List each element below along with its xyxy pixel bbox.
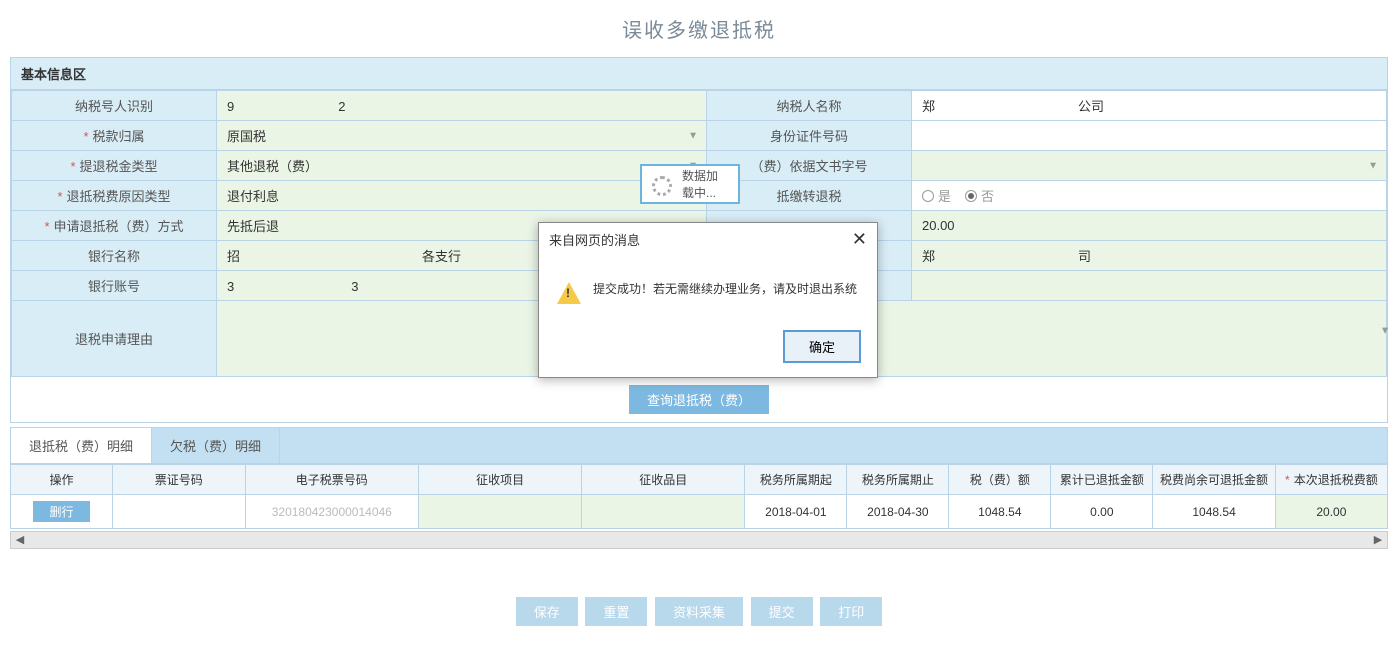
input-account-name[interactable]: 郑 司: [912, 241, 1387, 271]
submit-button[interactable]: 提交: [751, 597, 813, 626]
label-id-no: 身份证件号码: [707, 121, 912, 151]
table-row: 删行 320180423000014046 ▼ ▼ 2018-04-01 201…: [11, 495, 1388, 529]
loading-text: 数据加载中...: [682, 167, 728, 201]
input-empty-r7[interactable]: [912, 271, 1387, 301]
th-refunded: 累计已退抵金额: [1051, 465, 1153, 495]
query-button[interactable]: 查询退抵税（费）: [629, 385, 769, 414]
th-remain: 税费尚余可退抵金额: [1153, 465, 1275, 495]
detail-table: 操作 票证号码 电子税票号码 征收项目 征收品目 税务所属期起 税务所属期止 税…: [10, 464, 1388, 529]
th-tax: 税（费）额: [949, 465, 1051, 495]
select-reason-type[interactable]: 退付利息: [217, 181, 707, 211]
input-taxpayer-id[interactable]: 9 2: [217, 91, 707, 121]
value-taxpayer-name: 郑 公司: [912, 91, 1387, 121]
label-refund-type: 提退税金类型: [70, 159, 157, 174]
label-bank-name: 银行名称: [12, 241, 217, 271]
th-subitem: 征收品目: [582, 465, 745, 495]
input-amount[interactable]: 20.00: [912, 211, 1387, 241]
cell-cert: [113, 495, 246, 529]
cell-thisround[interactable]: 20.00: [1275, 495, 1387, 529]
ok-button[interactable]: 确定: [783, 330, 861, 363]
action-bar: 保存 重置 资料采集 提交 打印: [0, 597, 1398, 626]
collect-button[interactable]: 资料采集: [655, 597, 743, 626]
cell-remain: 1048.54: [1153, 495, 1275, 529]
spinner-icon: [652, 176, 672, 196]
cell-item[interactable]: ▼: [418, 495, 581, 529]
th-pstart: 税务所属期起: [745, 465, 847, 495]
dialog-message: 提交成功！若无需继续办理业务，请及时退出系统: [593, 280, 857, 297]
section-header: 基本信息区: [11, 58, 1387, 90]
th-item: 征收项目: [418, 465, 581, 495]
radio-istransfer[interactable]: 是 否: [912, 181, 1387, 211]
warning-icon: [557, 282, 581, 304]
page-title: 误收多缴退抵税: [0, 0, 1398, 57]
label-bank-acct: 银行账号: [12, 271, 217, 301]
chevron-down-icon: ▼: [688, 130, 698, 141]
cell-pend: 2018-04-30: [847, 495, 949, 529]
radio-yes-icon[interactable]: [922, 190, 934, 202]
label-taxpayer-name: 纳税人名称: [707, 91, 912, 121]
label-apply-way: 申请退抵税（费）方式: [44, 219, 183, 234]
label-taxpayer-id: 纳税号人识别: [12, 91, 217, 121]
label-reason-type: 退抵税费原因类型: [57, 189, 170, 204]
delete-row-button[interactable]: 删行: [33, 501, 89, 522]
save-button[interactable]: 保存: [516, 597, 578, 626]
chevron-down-icon: ▼: [1368, 160, 1378, 171]
tab-refund-detail[interactable]: 退抵税（费）明细: [11, 428, 152, 463]
th-pend: 税务所属期止: [847, 465, 949, 495]
message-dialog: 来自网页的消息 ✕ 提交成功！若无需继续办理业务，请及时退出系统 确定: [538, 222, 878, 378]
cell-ecert: 320180423000014046: [245, 495, 418, 529]
scroll-right-icon[interactable]: ▶: [1369, 532, 1387, 548]
th-ecert: 电子税票号码: [245, 465, 418, 495]
label-tax-belong: 税款归属: [83, 129, 144, 144]
cell-subitem[interactable]: ▼: [582, 495, 745, 529]
label-reason: 退税申请理由: [12, 301, 217, 377]
cell-tax: 1048.54: [949, 495, 1051, 529]
select-tax-belong[interactable]: 原国税▼: [217, 121, 707, 151]
dialog-title: 来自网页的消息: [549, 230, 640, 249]
th-cert: 票证号码: [113, 465, 246, 495]
close-icon[interactable]: ✕: [852, 229, 867, 250]
horizontal-scrollbar[interactable]: ◀ ▶: [10, 531, 1388, 549]
chevron-down-icon: ▼: [1380, 325, 1390, 336]
loading-toast: 数据加载中...: [640, 164, 740, 204]
input-id-no[interactable]: [912, 121, 1387, 151]
cell-refunded: 0.00: [1051, 495, 1153, 529]
select-refund-type[interactable]: 其他退税（费）▼: [217, 151, 707, 181]
radio-no-icon[interactable]: [965, 190, 977, 202]
th-op: 操作: [11, 465, 113, 495]
cell-pstart: 2018-04-01: [745, 495, 847, 529]
print-button[interactable]: 打印: [820, 597, 882, 626]
scroll-left-icon[interactable]: ◀: [11, 532, 29, 548]
th-thisround: 本次退抵税费额: [1275, 465, 1387, 495]
tab-owed-detail[interactable]: 欠税（费）明细: [152, 428, 280, 463]
detail-tabs: 退抵税（费）明细 欠税（费）明细: [10, 427, 1388, 464]
reset-button[interactable]: 重置: [585, 597, 647, 626]
select-doc-no[interactable]: ▼: [912, 151, 1387, 181]
